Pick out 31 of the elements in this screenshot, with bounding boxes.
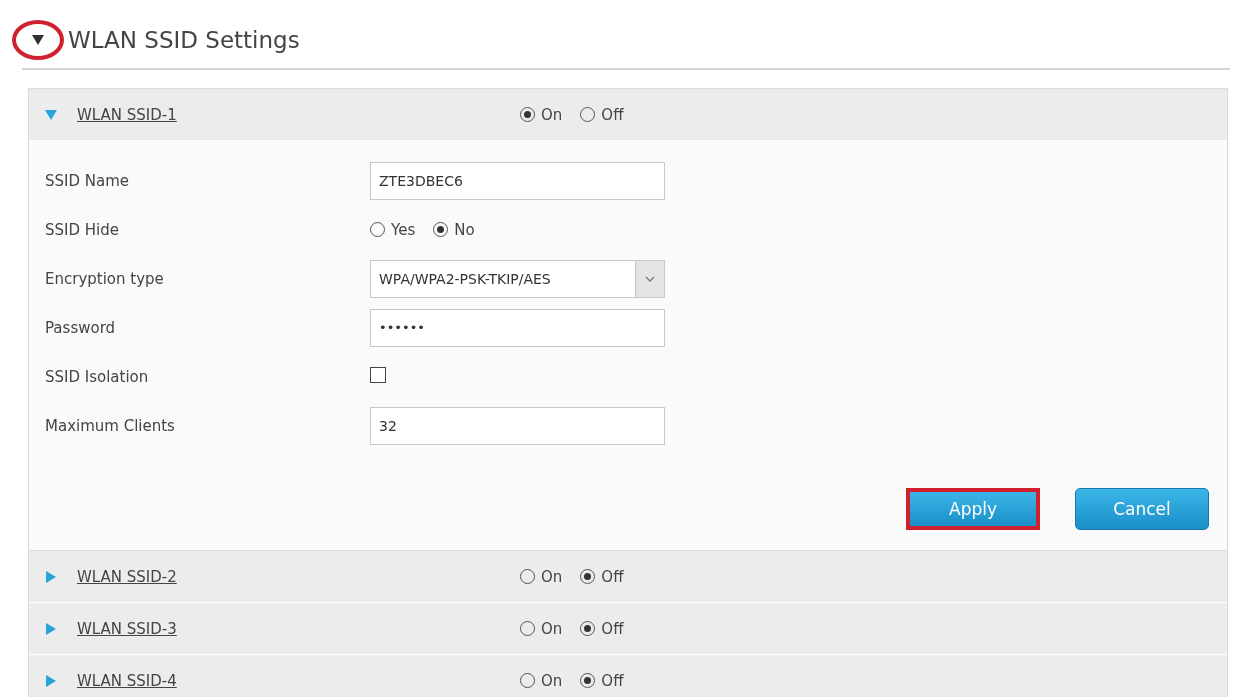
collapsed-arrow-icon[interactable]	[45, 622, 57, 635]
field-label: SSID Isolation	[45, 367, 150, 386]
password-field[interactable]: ••••••	[370, 308, 665, 347]
radio-label: On	[541, 105, 563, 124]
radio-label: Off	[601, 671, 624, 690]
field-label: Password	[45, 318, 117, 337]
text-field[interactable]: 32	[370, 406, 665, 445]
expanded-arrow-icon[interactable]	[32, 34, 44, 46]
field-label: SSID Hide	[45, 220, 120, 239]
section-title: WLAN SSID Settings	[68, 27, 300, 53]
ssid-link[interactable]: WLAN SSID-4	[77, 671, 177, 690]
radio-label: On	[541, 619, 563, 638]
checkbox[interactable]	[370, 366, 386, 383]
radio-label: No	[454, 220, 475, 239]
radio-label: On	[541, 567, 563, 586]
encryption-dropdown[interactable]: WPA/WPA2-PSK-TKIP/AES	[370, 259, 665, 298]
chevron-down-icon	[645, 275, 655, 282]
radio-label: On	[541, 671, 563, 690]
ssid-link[interactable]: WLAN SSID-1	[77, 105, 177, 124]
collapsed-arrow-icon[interactable]	[45, 674, 57, 687]
radio-label: Off	[601, 619, 624, 638]
radio-label: Off	[601, 105, 624, 124]
text-field[interactable]: ZTE3DBEC6	[370, 161, 665, 200]
radio-label: Off	[601, 567, 624, 586]
field-label: Maximum Clients	[45, 416, 176, 435]
field-label: Encryption type	[45, 269, 165, 288]
field-label: SSID Name	[45, 171, 131, 190]
radio-label: Yes	[391, 220, 416, 239]
ssid-link[interactable]: WLAN SSID-3	[77, 619, 177, 638]
ssid-link[interactable]: WLAN SSID-2	[77, 567, 177, 586]
collapsed-arrow-icon[interactable]	[45, 570, 57, 583]
